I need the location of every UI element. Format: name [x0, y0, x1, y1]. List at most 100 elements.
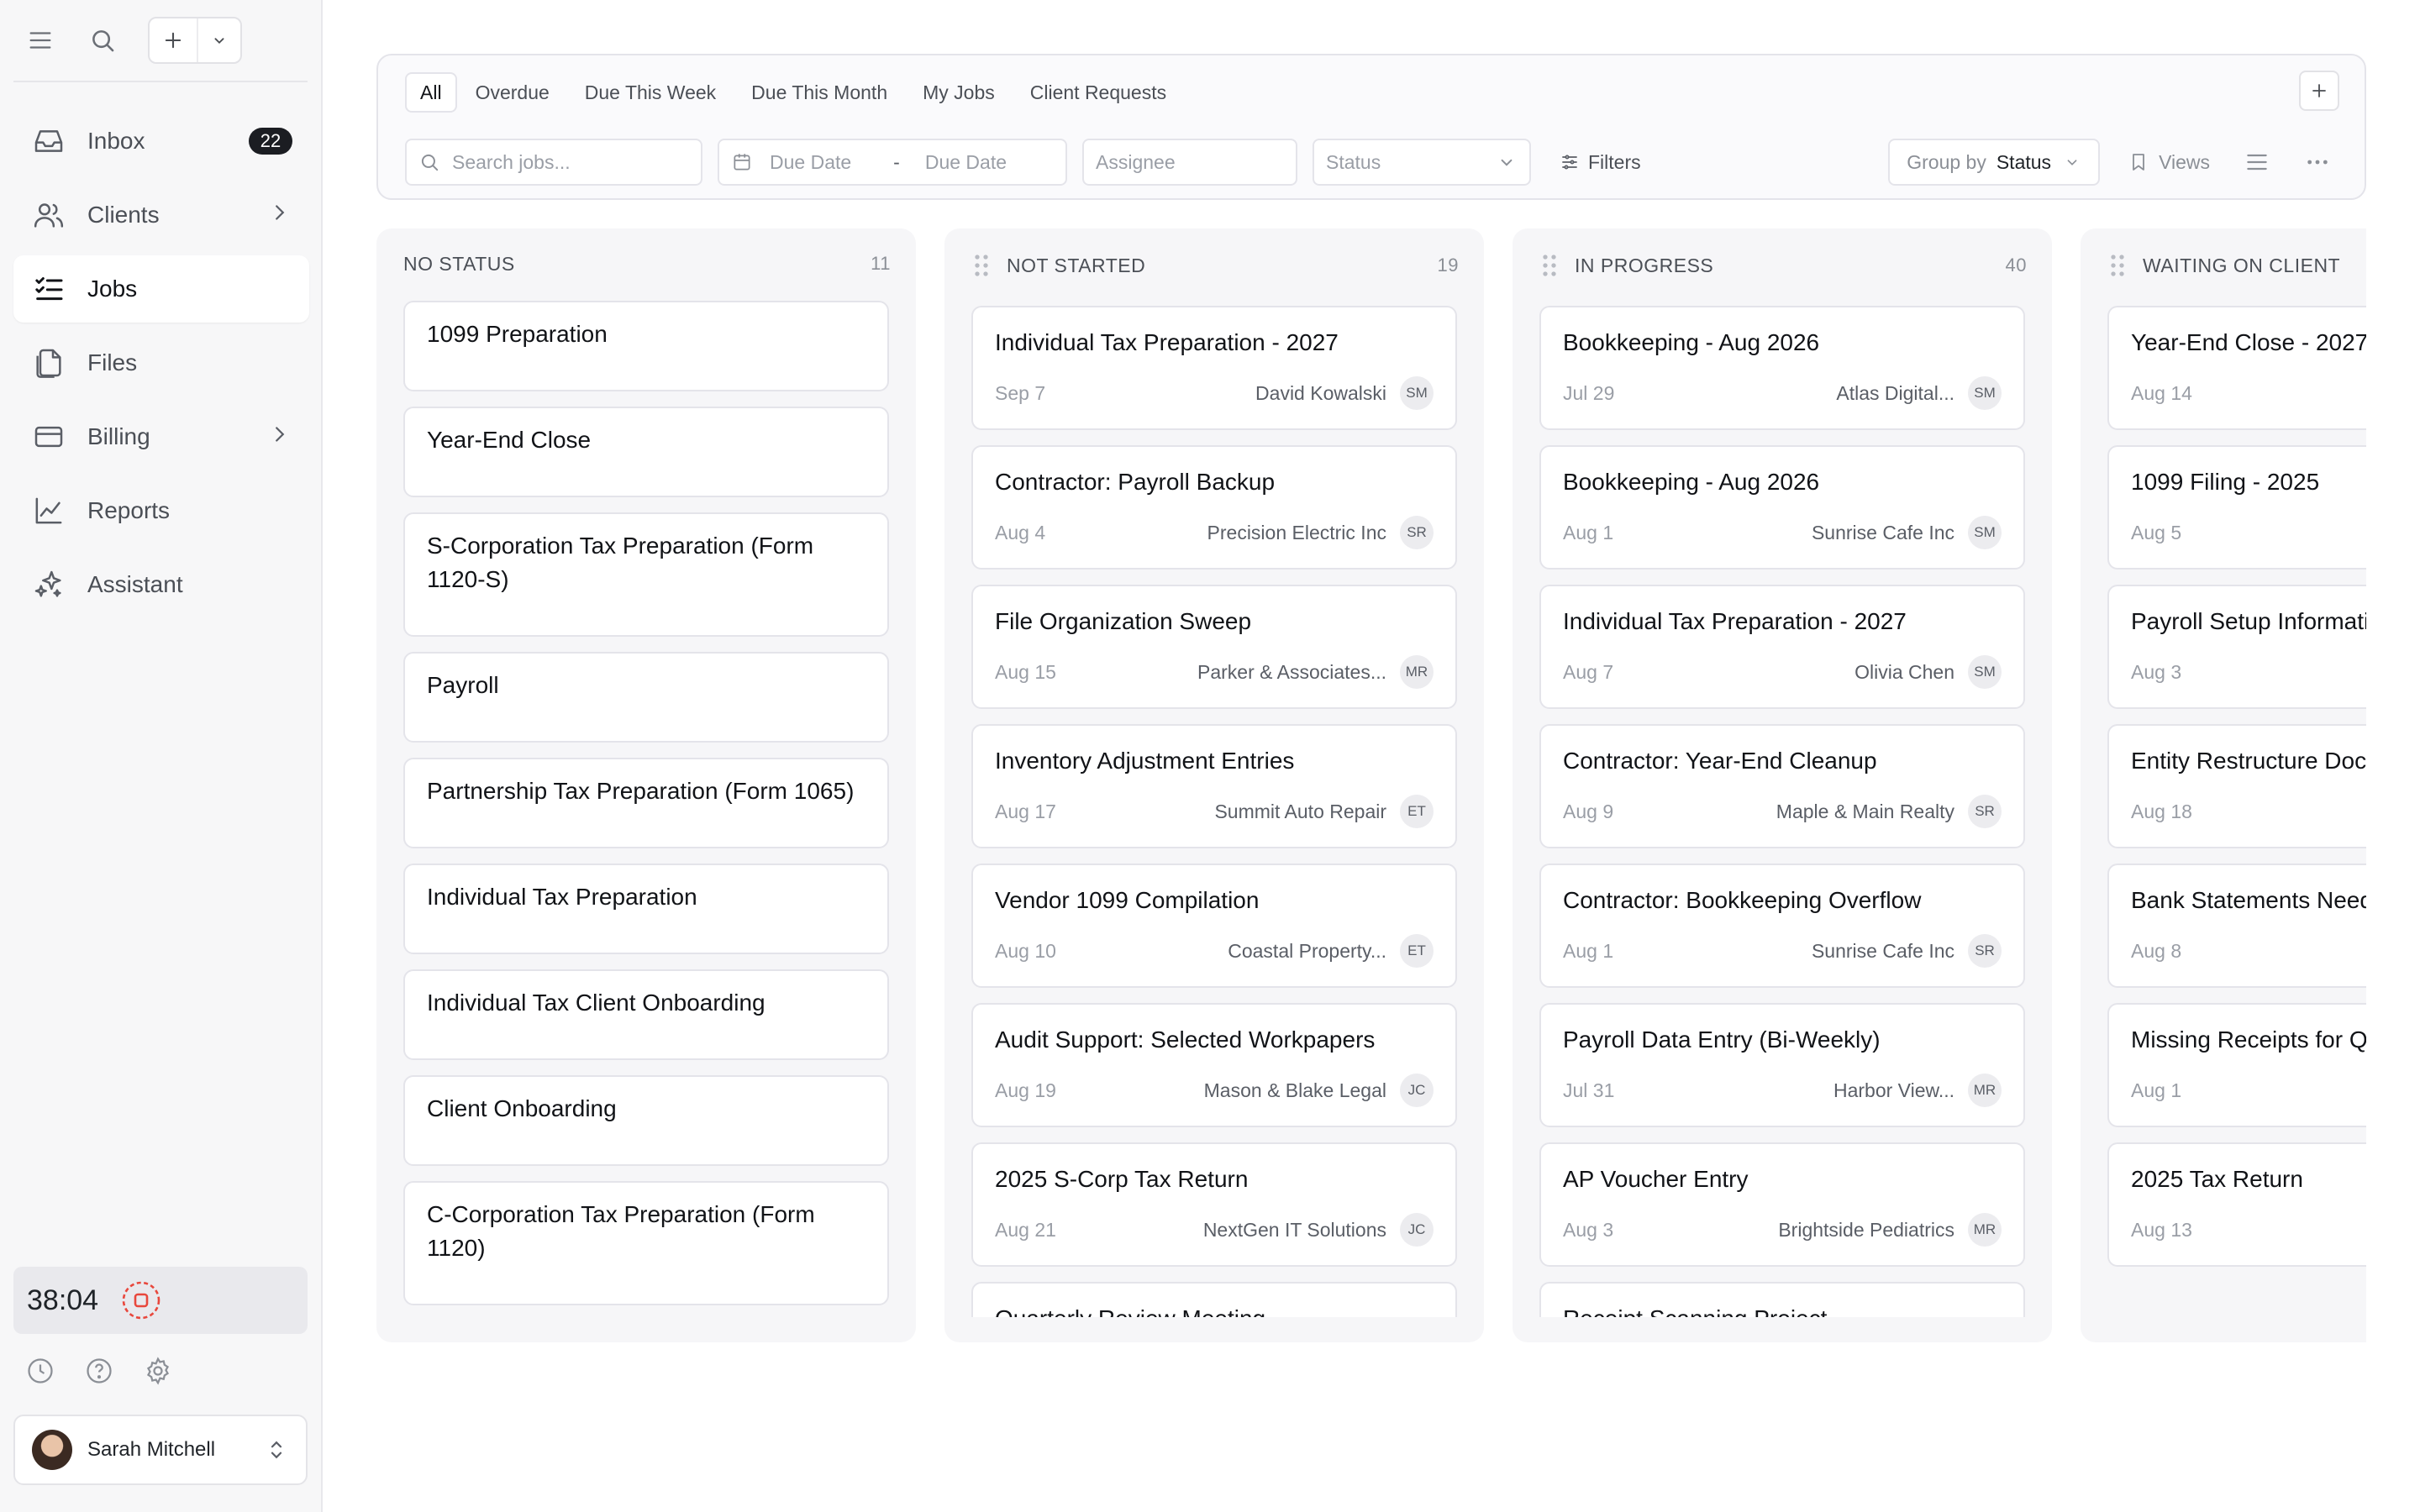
- stop-timer-icon[interactable]: [120, 1279, 162, 1321]
- job-title: Bookkeeping - Aug 2026: [1563, 329, 1820, 355]
- job-meta: Aug 9 Maple & Main Realty SR: [1563, 795, 2002, 828]
- tab-client-requests[interactable]: Client Requests: [1013, 72, 1183, 113]
- job-card[interactable]: Receipt Scanning Project: [1539, 1282, 2025, 1317]
- sidebar-item-files[interactable]: Files: [13, 329, 309, 396]
- drag-handle-icon[interactable]: [1539, 253, 1560, 278]
- job-card[interactable]: Year-End Close: [403, 407, 889, 497]
- settings-icon[interactable]: [143, 1356, 173, 1386]
- job-card[interactable]: Contractor: Payroll Backup Aug 4 Precision…: [971, 445, 1457, 570]
- job-card[interactable]: C-Corporation Tax Preparation (Form 1120…: [403, 1181, 889, 1305]
- job-card[interactable]: Quarterly Review Meeting: [971, 1282, 1457, 1317]
- tab-all[interactable]: All: [405, 72, 457, 113]
- due-date: Aug 5: [2131, 521, 2182, 543]
- job-meta: Aug 19 Mason & Blake Legal JC: [995, 1074, 1434, 1107]
- job-card[interactable]: Client Onboarding: [403, 1075, 889, 1166]
- avatar: [32, 1430, 72, 1470]
- list-view-icon[interactable]: [2244, 149, 2270, 176]
- assignee-avatar[interactable]: ET: [1400, 934, 1434, 968]
- status-select[interactable]: Status: [1313, 139, 1531, 186]
- user-menu[interactable]: Sarah Mitchell: [13, 1415, 308, 1485]
- job-card[interactable]: Contractor: Bookkeeping Overflow Aug 1 Sun…: [1539, 864, 2025, 988]
- add-view-button[interactable]: [2299, 71, 2339, 111]
- views-button[interactable]: Views: [2128, 151, 2210, 174]
- job-card[interactable]: S-Corporation Tax Preparation (Form 1120…: [403, 512, 889, 637]
- filters-button[interactable]: Filters: [1560, 151, 1641, 174]
- sidebar-item-billing[interactable]: Billing: [13, 403, 309, 470]
- job-card[interactable]: Inventory Adjustment Entries Aug 17 Summit…: [971, 724, 1457, 848]
- new-item-split-button: [148, 17, 242, 64]
- job-card[interactable]: Individual Tax Preparation - 2027 Aug 7 Ol…: [1539, 585, 2025, 709]
- assignee-avatar[interactable]: ET: [1400, 795, 1434, 828]
- job-card[interactable]: Missing Receipts for Q1 Aug 1Green: [2107, 1003, 2366, 1127]
- job-card[interactable]: Contractor: Year-End Cleanup Aug 9 Maple &…: [1539, 724, 2025, 848]
- job-card[interactable]: 2025 Tax Return Aug 13: [2107, 1142, 2366, 1267]
- sidebar-item-assistant[interactable]: Assistant: [13, 551, 309, 618]
- tab-my-jobs[interactable]: My Jobs: [906, 72, 1012, 113]
- group-by-select[interactable]: Group by Status: [1888, 139, 2101, 186]
- job-card[interactable]: Payroll: [403, 652, 889, 743]
- assignee-avatar[interactable]: MR: [1968, 1074, 2002, 1107]
- card-list: Individual Tax Preparation - 2027 Sep 7 Da…: [971, 306, 1457, 1317]
- job-meta: Aug 5Hudson Vall: [2131, 516, 2366, 549]
- column-title: WAITING ON CLIENT: [2143, 254, 2341, 276]
- job-card[interactable]: Partnership Tax Preparation (Form 1065): [403, 758, 889, 848]
- assignee-avatar[interactable]: SR: [1968, 934, 2002, 968]
- assignee-avatar[interactable]: SM: [1968, 655, 2002, 689]
- assignee-field[interactable]: Assignee: [1082, 139, 1297, 186]
- job-card[interactable]: Individual Tax Preparation - 2027 Sep 7 Da…: [971, 306, 1457, 430]
- job-card[interactable]: Year-End Close - 2027 Aug 14Mas: [2107, 306, 2366, 430]
- assignee-avatar[interactable]: SR: [1400, 516, 1434, 549]
- assignee-avatar[interactable]: SM: [1968, 376, 2002, 410]
- chevron-right-icon[interactable]: [267, 422, 292, 453]
- sidebar-item-clients[interactable]: Clients: [13, 181, 309, 249]
- due-date: Aug 7: [1563, 660, 1614, 683]
- tab-due-this-month[interactable]: Due This Month: [734, 72, 904, 113]
- job-card[interactable]: Bookkeeping - Aug 2026 Jul 29 Atlas Digita…: [1539, 306, 2025, 430]
- job-card[interactable]: Individual Tax Preparation: [403, 864, 889, 954]
- help-icon[interactable]: [84, 1356, 114, 1386]
- job-card[interactable]: File Organization Sweep Aug 15 Parker & As…: [971, 585, 1457, 709]
- job-card[interactable]: 1099 Preparation: [403, 301, 889, 391]
- job-card[interactable]: AP Voucher Entry Aug 3 Brightside Pediatri…: [1539, 1142, 2025, 1267]
- job-card[interactable]: Entity Restructure Docu Aug 18Maple & M: [2107, 724, 2366, 848]
- job-card[interactable]: Bookkeeping - Aug 2026 Aug 1 Sunrise Cafe …: [1539, 445, 2025, 570]
- assignee-avatar[interactable]: MR: [1968, 1213, 2002, 1247]
- due-date-to[interactable]: Due Date: [925, 151, 1007, 174]
- column-waiting-on-client: WAITING ON CLIENT Year-End Close - 2027 Au…: [2081, 228, 2366, 1342]
- sliders-icon: [1562, 155, 1577, 170]
- job-card[interactable]: Vendor 1099 Compilation Aug 10 Coastal Pro…: [971, 864, 1457, 988]
- tab-overdue[interactable]: Overdue: [459, 72, 566, 113]
- chevron-down-icon[interactable]: [198, 31, 240, 50]
- chevron-right-icon[interactable]: [267, 200, 292, 231]
- job-card[interactable]: Payroll Setup Informatio Aug 3Prec: [2107, 585, 2366, 709]
- job-card[interactable]: 2025 S-Corp Tax Return Aug 21 NextGen IT S…: [971, 1142, 1457, 1267]
- assignee-avatar[interactable]: JC: [1400, 1074, 1434, 1107]
- drag-handle-icon[interactable]: [971, 253, 992, 278]
- time-tracker[interactable]: 38:04: [13, 1267, 308, 1334]
- clock-icon[interactable]: [25, 1356, 55, 1386]
- job-card[interactable]: Payroll Data Entry (Bi-Weekly) Jul 31 Harb…: [1539, 1003, 2025, 1127]
- job-card[interactable]: 1099 Filing - 2025 Aug 5Hudson Vall: [2107, 445, 2366, 570]
- sidebar-item-jobs[interactable]: Jobs: [13, 255, 309, 323]
- filter-bar: Search jobs... Due Date - Due Date Assig…: [405, 138, 2339, 186]
- sidebar-item-reports[interactable]: Reports: [13, 477, 309, 544]
- due-date-range[interactable]: Due Date - Due Date: [718, 139, 1067, 186]
- assignee-avatar[interactable]: SR: [1968, 795, 2002, 828]
- job-card[interactable]: Bank Statements Neede Aug 8Harbor V: [2107, 864, 2366, 988]
- assignee-avatar[interactable]: SM: [1968, 516, 2002, 549]
- search-input[interactable]: Search jobs...: [405, 139, 702, 186]
- drag-handle-icon[interactable]: [2107, 253, 2128, 278]
- assignee-avatar[interactable]: MR: [1400, 655, 1434, 689]
- due-date-from[interactable]: Due Date: [770, 151, 851, 174]
- assignee-avatar[interactable]: SM: [1400, 376, 1434, 410]
- tab-due-this-week[interactable]: Due This Week: [568, 72, 733, 113]
- job-card[interactable]: Individual Tax Client Onboarding: [403, 969, 889, 1060]
- menu-icon[interactable]: [17, 17, 64, 64]
- assignee-avatar[interactable]: JC: [1400, 1213, 1434, 1247]
- more-options-icon[interactable]: [2304, 149, 2331, 176]
- job-card[interactable]: Audit Support: Selected Workpapers Aug 19…: [971, 1003, 1457, 1127]
- sidebar-item-inbox[interactable]: Inbox 22: [13, 108, 309, 175]
- plus-icon[interactable]: [150, 18, 198, 62]
- job-meta: Aug 14Mas: [2131, 376, 2366, 410]
- search-icon[interactable]: [79, 17, 126, 64]
